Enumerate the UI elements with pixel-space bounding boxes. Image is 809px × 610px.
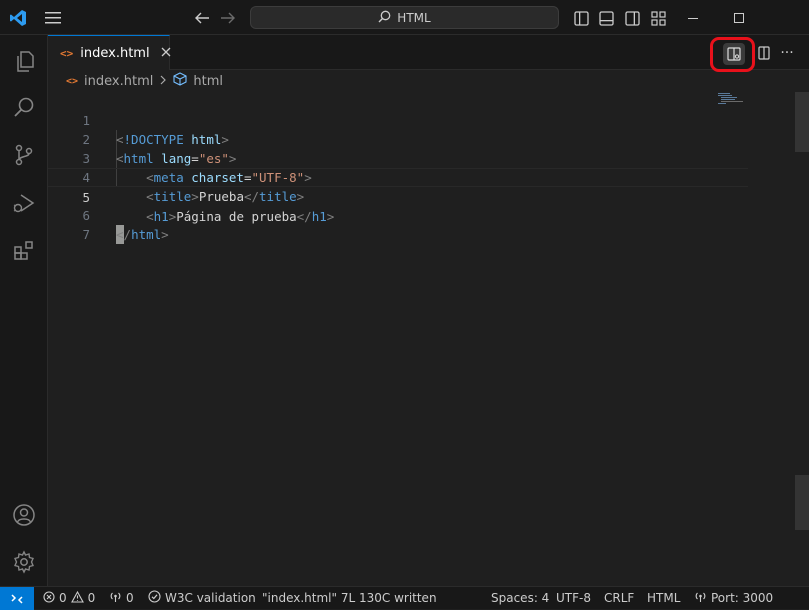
forward-arrow-icon[interactable] [218, 8, 238, 28]
search-icon[interactable] [0, 83, 48, 131]
code-line-current: 5 <h1>Página de prueba</h1> [48, 168, 748, 224]
extensions-icon[interactable] [0, 227, 48, 275]
ports-count: 0 [126, 591, 134, 605]
status-message: "index.html" 7L 130C written [262, 591, 437, 605]
warning-count: 0 [87, 591, 96, 605]
code-line: 1 <!DOCTYPE html> [48, 92, 748, 147]
toggle-secondary-sidebar-icon[interactable] [622, 8, 642, 28]
broadcast-icon [694, 591, 707, 606]
breadcrumb-file[interactable]: index.html [84, 74, 153, 89]
explorer-icon[interactable] [0, 37, 48, 85]
title-bar: HTML [0, 0, 809, 35]
more-actions-button[interactable]: ··· [776, 43, 798, 63]
error-count: 0 [59, 591, 67, 605]
activity-bar [0, 35, 48, 586]
search-text: HTML [397, 10, 431, 25]
ports-status[interactable]: 0 [109, 587, 134, 609]
editor-area: <> index.html ··· <> index.html html 1 <… [48, 35, 809, 586]
command-center-search[interactable]: HTML [250, 6, 559, 29]
preview-split-icon [727, 47, 741, 61]
toggle-primary-sidebar-icon[interactable] [571, 8, 591, 28]
toggle-panel-icon[interactable] [596, 8, 616, 28]
eol-status[interactable]: CRLF [604, 587, 634, 609]
remote-icon [11, 593, 23, 604]
html-file-icon: <> [66, 75, 79, 87]
symbol-element-icon [173, 72, 187, 90]
check-circle-icon [148, 590, 161, 606]
indentation-status[interactable]: Spaces: 4 [491, 587, 549, 609]
code-line: 7 [48, 206, 748, 242]
editor-tabs: <> index.html ··· [48, 35, 809, 72]
status-bar: 0 0 0 W3C validation "index.html" 7L 130… [0, 586, 809, 610]
search-icon [378, 10, 391, 26]
run-debug-icon[interactable] [0, 179, 48, 227]
code-editor[interactable]: 1 <!DOCTYPE html> 2 <html lang="es"> 3 <… [48, 92, 748, 244]
warning-icon [70, 590, 84, 606]
breadcrumb-element[interactable]: html [193, 74, 223, 89]
broadcast-icon [109, 591, 122, 606]
code-line: 4 <title>Prueba</title> [48, 149, 748, 204]
vscode-logo-icon [8, 8, 28, 28]
language-mode-status[interactable]: HTML [647, 587, 680, 609]
minimap[interactable] [716, 92, 748, 106]
encoding-status[interactable]: UTF-8 [556, 587, 591, 609]
w3c-validation-status[interactable]: W3C validation [148, 587, 256, 609]
accounts-icon[interactable] [0, 491, 48, 539]
tab-index-html[interactable]: <> index.html [48, 35, 171, 70]
split-editor-icon[interactable] [754, 43, 774, 63]
minimize-icon[interactable] [683, 8, 703, 28]
manage-gear-icon[interactable] [0, 538, 48, 586]
source-control-icon[interactable] [0, 131, 48, 179]
menu-icon[interactable] [42, 8, 64, 28]
back-arrow-icon[interactable] [192, 8, 212, 28]
breadcrumb: <> index.html html [66, 72, 223, 90]
problems-status[interactable]: 0 0 [43, 587, 95, 609]
scrollbar-marker [795, 475, 809, 530]
vertical-scrollbar[interactable] [795, 92, 809, 152]
chevron-right-icon [159, 74, 167, 89]
code-line: 6 </html> [48, 187, 748, 242]
remote-indicator-button[interactable] [0, 587, 34, 610]
customize-layout-icon[interactable] [648, 8, 668, 28]
code-line: 2 <html lang="es"> [48, 111, 748, 166]
error-icon [43, 590, 55, 606]
live-server-port-status[interactable]: Port: 3000 [694, 587, 773, 609]
code-line: 3 <meta charset="UTF-8"> [48, 130, 748, 185]
maximize-icon[interactable] [729, 8, 749, 28]
tab-label: index.html [80, 45, 150, 61]
html-file-icon: <> [60, 46, 74, 60]
open-preview-to-side-button[interactable] [723, 43, 745, 65]
line-number: 7 [82, 227, 90, 242]
close-icon[interactable] [161, 46, 171, 61]
